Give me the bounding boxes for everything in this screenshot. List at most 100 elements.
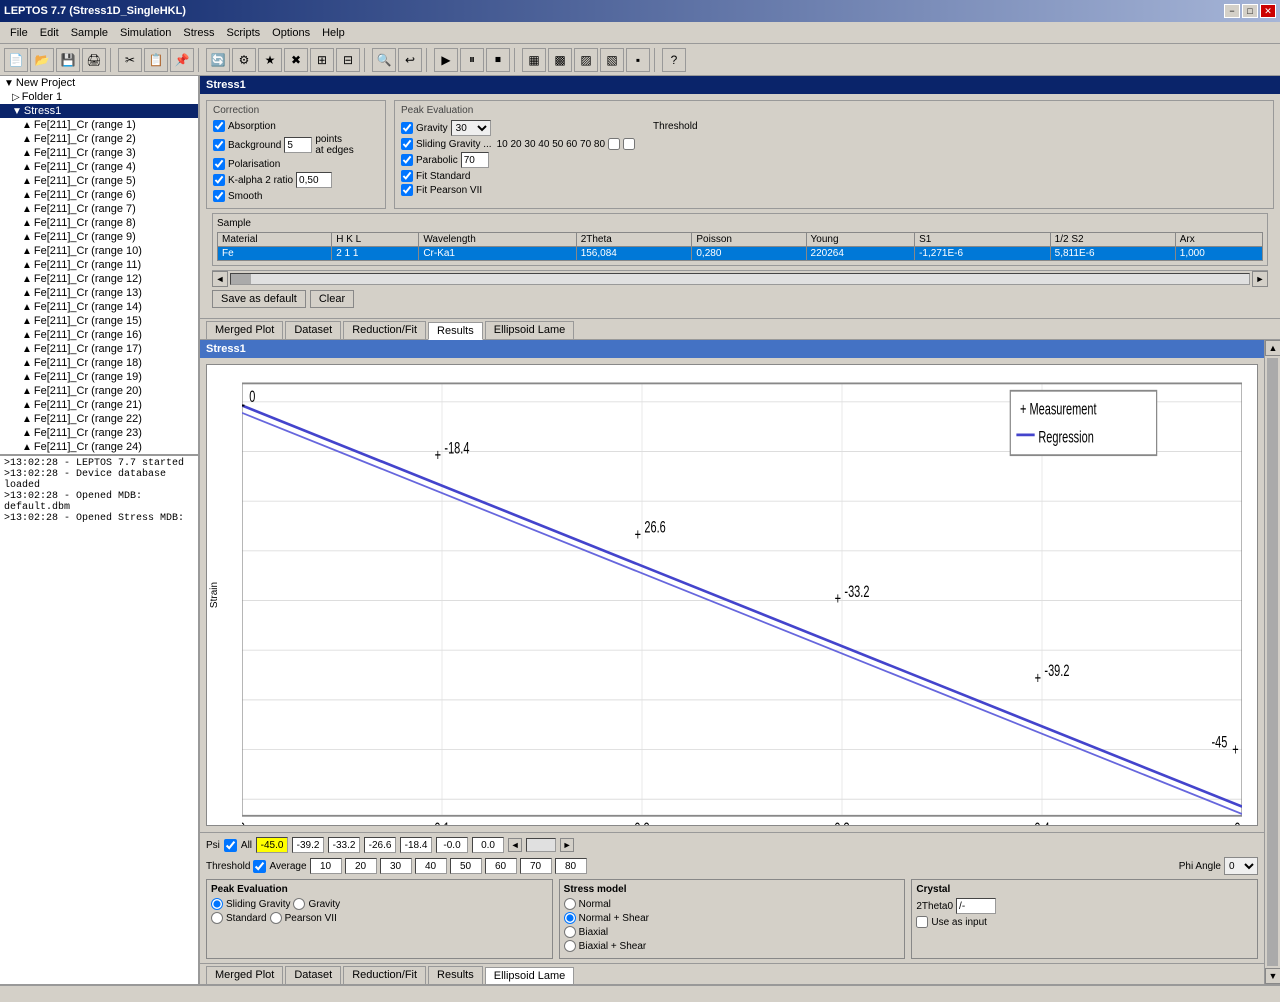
hscroll-left-btn[interactable]: ◄ <box>212 271 228 287</box>
scroll-down-btn[interactable]: ▼ <box>1265 968 1280 984</box>
close-button[interactable]: ✕ <box>1260 4 1276 18</box>
kalpha-value-input[interactable] <box>296 172 332 188</box>
menu-scripts[interactable]: Scripts <box>221 25 267 41</box>
tab-results[interactable]: Results <box>428 322 483 340</box>
phi-angle-select[interactable]: 04590 <box>1224 857 1258 875</box>
thresh-70[interactable]: 70 <box>520 858 552 874</box>
toolbar-btn-14[interactable]: 🔍 <box>372 48 396 72</box>
toolbar-btn-7[interactable]: 📌 <box>170 48 194 72</box>
parabolic-checkbox[interactable] <box>401 154 413 166</box>
bottom-tab-merged-plot[interactable]: Merged Plot <box>206 966 283 984</box>
toolbar-btn-5[interactable]: ✂ <box>118 48 142 72</box>
menu-file[interactable]: File <box>4 25 34 41</box>
tree-range-3[interactable]: ▲Fe[211]_Cr (range 3) <box>0 146 198 160</box>
toolbar-btn-13[interactable]: ⊟ <box>336 48 360 72</box>
toolbar-btn-20[interactable]: ▩ <box>548 48 572 72</box>
scroll-up-btn[interactable]: ▲ <box>1265 340 1280 356</box>
tree-range-6[interactable]: ▲Fe[211]_Cr (range 6) <box>0 188 198 202</box>
background-value-input[interactable] <box>284 137 312 153</box>
toolbar-btn-2[interactable]: 📂 <box>30 48 54 72</box>
thresh-30[interactable]: 30 <box>380 858 412 874</box>
tab-ellipsoid-lame[interactable]: Ellipsoid Lame <box>485 321 575 339</box>
radio-biaxial-shear-input[interactable] <box>564 940 576 952</box>
tree-range-24[interactable]: ▲Fe[211]_Cr (range 24) <box>0 440 198 454</box>
radio-pearson-input[interactable] <box>270 912 282 924</box>
threshold-average-checkbox[interactable] <box>253 860 266 873</box>
tree-range-13[interactable]: ▲Fe[211]_Cr (range 13) <box>0 286 198 300</box>
radio-sliding-gravity-input[interactable] <box>211 898 223 910</box>
menu-options[interactable]: Options <box>266 25 316 41</box>
bottom-tab-ellipsoid-lame[interactable]: Ellipsoid Lame <box>485 967 575 984</box>
sg-checkbox-extra[interactable] <box>608 138 620 150</box>
toolbar-btn-11[interactable]: ✖ <box>284 48 308 72</box>
menu-stress[interactable]: Stress <box>177 25 220 41</box>
tree-folder1[interactable]: ▷ Folder 1 <box>0 90 198 104</box>
tree-new-project[interactable]: ▼ New Project <box>0 76 198 90</box>
psi-value-neg18[interactable]: -18.4 <box>400 837 432 853</box>
tab-reduction-fit[interactable]: Reduction/Fit <box>343 321 426 339</box>
polarisation-checkbox[interactable] <box>213 158 225 170</box>
tree-range-16[interactable]: ▲Fe[211]_Cr (range 16) <box>0 328 198 342</box>
kalpha-checkbox[interactable] <box>213 174 225 186</box>
menu-edit[interactable]: Edit <box>34 25 65 41</box>
toolbar-btn-6[interactable]: 📋 <box>144 48 168 72</box>
psi-value-neg45[interactable]: -45.0 <box>256 837 288 853</box>
psi-scroll-right[interactable]: ► <box>560 838 574 852</box>
smooth-checkbox[interactable] <box>213 190 225 202</box>
2theta0-input[interactable] <box>956 898 996 914</box>
radio-biaxial-input[interactable] <box>564 926 576 938</box>
save-default-button[interactable]: Save as default <box>212 290 306 308</box>
toolbar-btn-19[interactable]: ▦ <box>522 48 546 72</box>
tab-merged-plot[interactable]: Merged Plot <box>206 321 283 339</box>
tree-range-9[interactable]: ▲Fe[211]_Cr (range 9) <box>0 230 198 244</box>
toolbar-btn-16[interactable]: ▶ <box>434 48 458 72</box>
toolbar-btn-9[interactable]: ⚙ <box>232 48 256 72</box>
psi-scroll-left[interactable]: ◄ <box>508 838 522 852</box>
toolbar-btn-15[interactable]: ↩ <box>398 48 422 72</box>
psi-value-neg39[interactable]: -39.2 <box>292 837 324 853</box>
minimize-button[interactable]: − <box>1224 4 1240 18</box>
tree-range-2[interactable]: ▲Fe[211]_Cr (range 2) <box>0 132 198 146</box>
background-checkbox[interactable] <box>213 139 225 151</box>
tree-range-8[interactable]: ▲Fe[211]_Cr (range 8) <box>0 216 198 230</box>
psi-value-neg0[interactable]: -0.0 <box>436 837 468 853</box>
tree-range-10[interactable]: ▲Fe[211]_Cr (range 10) <box>0 244 198 258</box>
thresh-40[interactable]: 40 <box>415 858 447 874</box>
tree-range-5[interactable]: ▲Fe[211]_Cr (range 5) <box>0 174 198 188</box>
tree-range-4[interactable]: ▲Fe[211]_Cr (range 4) <box>0 160 198 174</box>
toolbar-btn-21[interactable]: ▨ <box>574 48 598 72</box>
scroll-thumb[interactable] <box>1267 358 1278 966</box>
psi-all-checkbox[interactable] <box>224 839 237 852</box>
toolbar-btn-18[interactable]: ⏹ <box>486 48 510 72</box>
menu-simulation[interactable]: Simulation <box>114 25 177 41</box>
fit-standard-checkbox[interactable] <box>401 170 413 182</box>
gravity-select[interactable]: 304050 <box>451 120 491 136</box>
tree-range-17[interactable]: ▲Fe[211]_Cr (range 17) <box>0 342 198 356</box>
tree-range-7[interactable]: ▲Fe[211]_Cr (range 7) <box>0 202 198 216</box>
radio-gravity-input[interactable] <box>293 898 305 910</box>
toolbar-btn-23[interactable]: ▪ <box>626 48 650 72</box>
parabolic-value-input[interactable] <box>461 152 489 168</box>
psi-value-neg33[interactable]: -33.2 <box>328 837 360 853</box>
gravity-checkbox[interactable] <box>401 122 413 134</box>
tree-stress1[interactable]: ▼ Stress1 <box>0 104 198 118</box>
tree-range-11[interactable]: ▲Fe[211]_Cr (range 11) <box>0 258 198 272</box>
thresh-10[interactable]: 10 <box>310 858 342 874</box>
psi-value-neg26[interactable]: -26.6 <box>364 837 396 853</box>
tree-range-20[interactable]: ▲Fe[211]_Cr (range 20) <box>0 384 198 398</box>
bottom-tab-results[interactable]: Results <box>428 966 483 984</box>
radio-normal-input[interactable] <box>564 898 576 910</box>
table-row[interactable]: Fe 2 1 1 Cr-Ka1 156,084 0,280 220264 -1,… <box>218 247 1263 261</box>
psi-scrollbar[interactable] <box>526 838 556 852</box>
tree-range-21[interactable]: ▲Fe[211]_Cr (range 21) <box>0 398 198 412</box>
thresh-50[interactable]: 50 <box>450 858 482 874</box>
menu-sample[interactable]: Sample <box>65 25 114 41</box>
thresh-20[interactable]: 20 <box>345 858 377 874</box>
bottom-tab-reduction-fit[interactable]: Reduction/Fit <box>343 966 426 984</box>
toolbar-btn-24[interactable]: ? <box>662 48 686 72</box>
toolbar-btn-4[interactable]: 🖨 <box>82 48 106 72</box>
tree-range-12[interactable]: ▲Fe[211]_Cr (range 12) <box>0 272 198 286</box>
tree-range-23[interactable]: ▲Fe[211]_Cr (range 23) <box>0 426 198 440</box>
sg-checkbox-extra2[interactable] <box>623 138 635 150</box>
toolbar-btn-1[interactable]: 📄 <box>4 48 28 72</box>
